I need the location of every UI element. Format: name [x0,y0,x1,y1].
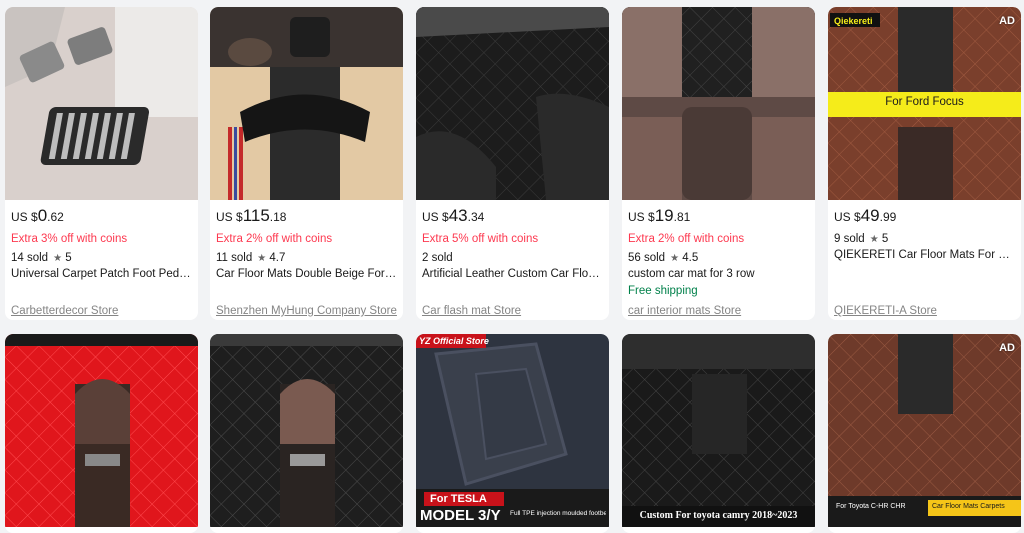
product-title[interactable]: custom car mat for 3 row [628,268,810,280]
product-card[interactable]: YZ Official Store For TESLA MODEL 3/Y Fu… [416,334,609,533]
product-image[interactable]: For Toyota C-HR CHR Car Floor Mats Carpe… [828,334,1021,527]
product-title[interactable]: QIEKERETI Car Floor Mats For Ford Focus [834,249,1016,261]
product-title[interactable]: Car Floor Mats Double Beige For Golf [216,268,398,280]
product-card[interactable] [5,334,198,533]
store-link[interactable]: QIEKERETI-A Store [834,305,937,317]
product-card[interactable] [210,334,403,533]
product-title[interactable]: Artificial Leather Custom Car Floor Mats [422,268,604,280]
sold-rating: 14 sold ★ 5 [11,252,72,264]
product-title[interactable]: Universal Carpet Patch Foot Pedal Pad He… [11,268,193,280]
store-badge: YZ Official Store [419,336,489,346]
coin-discount: Extra 2% off with coins [628,233,745,245]
product-card[interactable]: US $19.81 Extra 2% off with coins 56 sol… [622,7,815,320]
banner-line-1: For TESLA [430,493,487,505]
coin-discount: Extra 3% off with coins [11,233,128,245]
product-card[interactable]: Qiekereti For Ford Focus AD US $49.99 9 … [828,7,1021,320]
product-card[interactable]: Custom For toyota camry 2018~2023 [622,334,815,533]
price: US $19.81 [628,206,691,225]
sold-rating: 11 sold ★ 4.7 [216,252,286,264]
product-grid: US $0.62 Extra 3% off with coins 14 sold… [0,0,1024,533]
product-image[interactable] [210,334,403,527]
product-image[interactable] [5,7,198,200]
sold-rating: 9 sold ★ 5 [834,233,889,245]
banner-text: For Ford Focus [885,96,964,108]
ad-badge: AD [999,342,1015,354]
free-shipping: Free shipping [628,285,698,297]
store-link[interactable]: Car flash mat Store [422,305,521,317]
price: US $49.99 [834,206,897,225]
banner-small: Full TPE injection moulded footbed [510,510,606,517]
banner-text: Custom For toyota camry 2018~2023 [639,510,798,521]
product-image[interactable]: Qiekereti For Ford Focus AD [828,7,1021,200]
product-image[interactable] [416,7,609,200]
product-image[interactable] [5,334,198,527]
price: US $0.62 [11,206,64,225]
brand-logo: Qiekereti [834,16,873,26]
sold-count: 2 sold [422,252,453,264]
ad-badge: AD [999,15,1015,27]
star-icon: ★ [670,253,680,264]
product-image[interactable] [210,7,403,200]
star-icon: ★ [869,234,879,245]
banner-line-2: MODEL 3/Y [420,507,501,524]
price: US $115.18 [216,206,287,225]
store-link[interactable]: Carbetterdecor Store [11,305,118,317]
store-link[interactable]: Shenzhen MyHung Company Store [216,305,397,317]
sold-rating: 56 sold ★ 4.5 [628,252,699,264]
star-icon: ★ [257,253,267,264]
product-card[interactable]: US $43.34 Extra 5% off with coins 2 sold… [416,7,609,320]
coin-discount: Extra 2% off with coins [216,233,333,245]
product-image[interactable]: YZ Official Store For TESLA MODEL 3/Y Fu… [416,334,609,527]
product-image[interactable] [622,7,815,200]
banner-left: For Toyota C-HR CHR [836,503,906,510]
star-icon: ★ [53,253,63,264]
product-image[interactable]: Custom For toyota camry 2018~2023 [622,334,815,527]
product-card[interactable]: For Toyota C-HR CHR Car Floor Mats Carpe… [828,334,1021,533]
coin-discount: Extra 5% off with coins [422,233,539,245]
product-card[interactable]: US $115.18 Extra 2% off with coins 11 so… [210,7,403,320]
banner-right: Car Floor Mats Carpets [932,503,1005,510]
product-card[interactable]: US $0.62 Extra 3% off with coins 14 sold… [5,7,198,320]
price: US $43.34 [422,206,485,225]
store-link[interactable]: car interior mats Store [628,305,741,317]
